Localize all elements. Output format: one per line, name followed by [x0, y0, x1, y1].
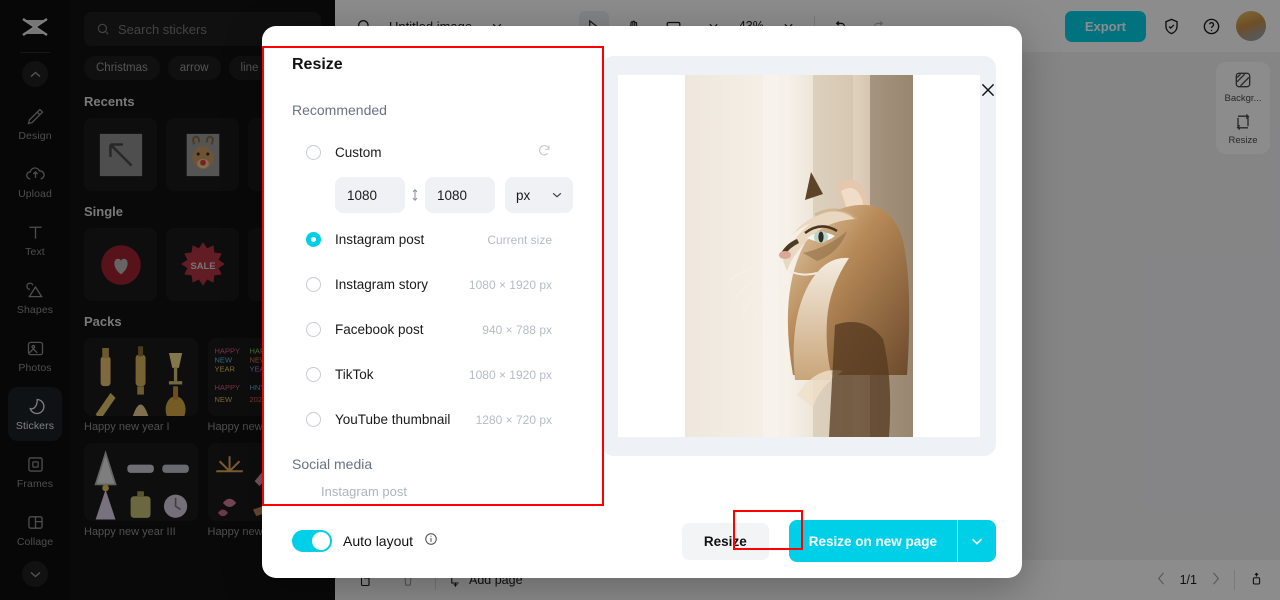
resize-button[interactable]: Resize	[681, 522, 769, 560]
group-title-social: Social media	[292, 456, 373, 472]
option-label: YouTube thumbnail	[335, 412, 451, 427]
option-label: TikTok	[335, 367, 374, 382]
radio-button[interactable]	[306, 145, 321, 160]
close-icon[interactable]	[980, 82, 996, 103]
dialog-footer: Auto layout Resize Resize on new page	[262, 504, 1022, 578]
option-label: Facebook post	[335, 322, 424, 337]
option-label: Instagram story	[335, 277, 429, 292]
preview-column	[580, 26, 1022, 504]
social-item-instagram-post[interactable]: Instagram post	[321, 484, 580, 499]
option-youtube-thumbnail[interactable]: YouTube thumbnail 1280 × 720 px	[292, 397, 580, 442]
height-input[interactable]: 1080	[425, 177, 495, 213]
resize-dialog: Resize Recommended Custom 1080 1080 px I…	[262, 26, 1022, 578]
option-facebook-post[interactable]: Facebook post 940 × 788 px	[292, 307, 580, 352]
radio-button[interactable]	[306, 367, 321, 382]
option-size: 1280 × 720 px	[475, 412, 552, 427]
custom-dimensions: 1080 1080 px	[335, 177, 580, 213]
option-size: 1080 × 1920 px	[468, 367, 552, 382]
preview-photo	[685, 75, 913, 437]
option-size: Current size	[487, 232, 552, 247]
unit-value: px	[516, 187, 531, 203]
option-instagram-post[interactable]: Instagram post Current size	[292, 217, 580, 262]
unit-select[interactable]: px	[505, 177, 573, 213]
auto-layout-control[interactable]: Auto layout	[292, 530, 438, 552]
preview-canvas	[618, 75, 980, 437]
auto-layout-toggle[interactable]	[292, 530, 332, 552]
app-root: Design Upload Text Shapes Photos Sticker…	[0, 0, 1280, 600]
auto-layout-label: Auto layout	[343, 533, 414, 549]
width-input[interactable]: 1080	[335, 177, 405, 213]
link-dimensions-icon[interactable]	[407, 184, 423, 206]
option-size: 1080 × 1920 px	[468, 277, 552, 292]
dialog-body: Resize Recommended Custom 1080 1080 px I…	[262, 26, 1022, 504]
option-custom[interactable]: Custom	[292, 130, 580, 175]
info-icon[interactable]	[424, 532, 438, 551]
reset-icon[interactable]	[537, 143, 552, 163]
chevron-down-icon[interactable]	[958, 538, 996, 545]
resize-on-new-page-button[interactable]: Resize on new page	[788, 520, 996, 562]
dialog-title: Resize	[292, 56, 343, 73]
option-label: Custom	[335, 145, 382, 160]
option-label: Instagram post	[335, 232, 425, 247]
preview-panel	[602, 56, 996, 456]
resize-on-new-page-label: Resize on new page	[808, 533, 937, 549]
option-tiktok[interactable]: TikTok 1080 × 1920 px	[292, 352, 580, 397]
option-size: 940 × 788 px	[482, 322, 552, 337]
resize-options-column: Resize Recommended Custom 1080 1080 px I…	[262, 26, 580, 504]
radio-button[interactable]	[306, 277, 321, 292]
chevron-down-icon	[552, 192, 562, 198]
radio-button[interactable]	[306, 412, 321, 427]
radio-button[interactable]	[306, 322, 321, 337]
group-title-recommended: Recommended	[292, 102, 387, 118]
footer-actions: Resize Resize on new page	[681, 520, 996, 562]
radio-button[interactable]	[306, 232, 321, 247]
option-instagram-story[interactable]: Instagram story 1080 × 1920 px	[292, 262, 580, 307]
